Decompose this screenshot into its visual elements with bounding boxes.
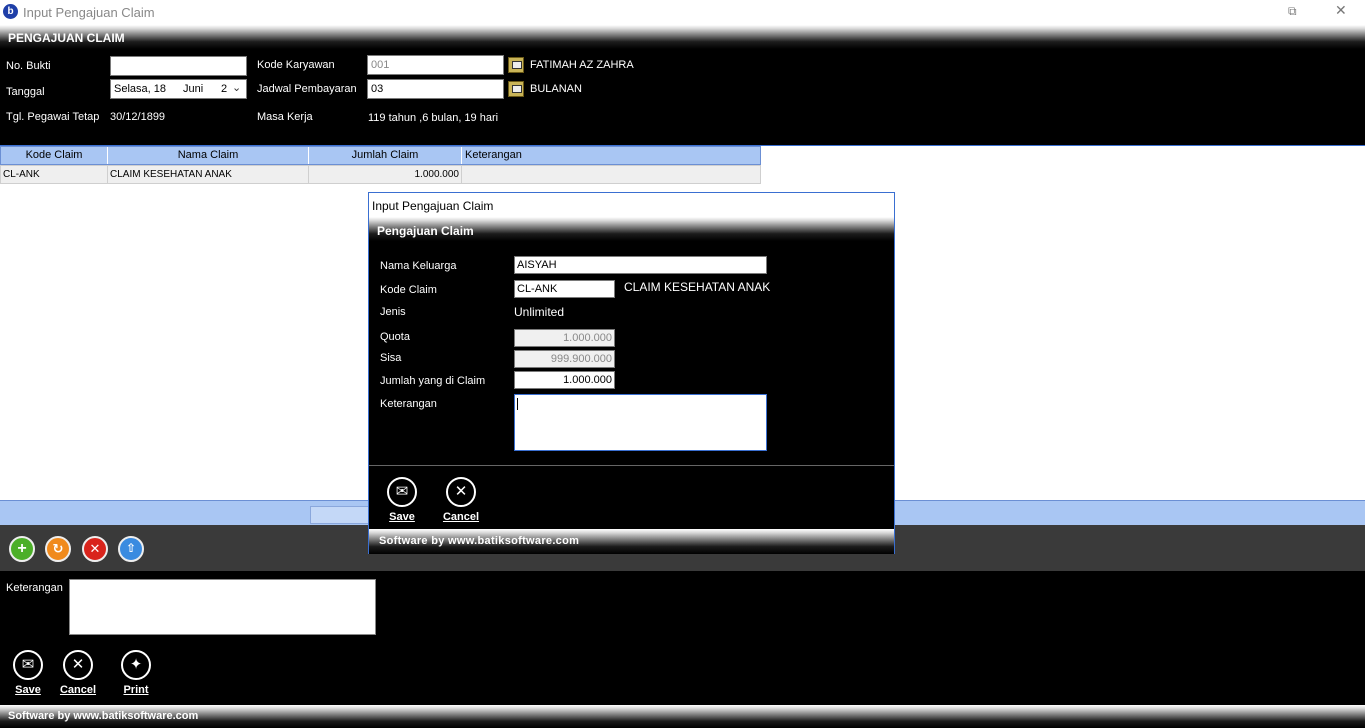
refresh-icon[interactable]: ↻ xyxy=(45,536,71,562)
grid-footer-total-cell xyxy=(310,506,370,524)
envelope-icon: ✉ xyxy=(387,477,417,507)
tgl-pegawai-label: Tgl. Pegawai Tetap xyxy=(6,111,100,123)
dialog-cancel-button[interactable]: ✕ Cancel xyxy=(441,477,481,523)
sisa-field: 999.900.000 xyxy=(514,350,615,368)
save-button-label: Save xyxy=(15,684,41,696)
tanggal-label: Tanggal xyxy=(6,86,45,98)
column-header-nama-claim[interactable]: Nama Claim xyxy=(108,147,309,164)
keterangan-label: Keterangan xyxy=(6,582,63,594)
jenis-value: Unlimited xyxy=(514,305,565,319)
delete-icon[interactable]: ✕ xyxy=(82,536,108,562)
keterangan-textarea[interactable] xyxy=(69,579,376,635)
save-button[interactable]: ✉ Save xyxy=(8,650,48,696)
upload-cloud-icon[interactable]: ⇧ xyxy=(118,536,144,562)
table-row[interactable]: CL-ANK CLAIM KESEHATAN ANAK 1.000.000 xyxy=(0,165,761,184)
tag-icon: ✦ xyxy=(121,650,151,680)
jumlah-claim-label: Jumlah yang di Claim xyxy=(380,375,486,387)
dialog-header-band: Pengajuan Claim xyxy=(369,217,894,241)
add-icon[interactable]: + xyxy=(9,536,35,562)
restore-window-icon[interactable]: ⧉ xyxy=(1288,4,1300,18)
jadwal-pembayaran-input[interactable]: 03 xyxy=(367,79,504,99)
cancel-icon: ✕ xyxy=(446,477,476,507)
tanggal-month: Juni xyxy=(183,83,204,95)
footer-bar: Software by www.batiksoftware.com xyxy=(0,705,1365,728)
text-cursor xyxy=(517,398,518,410)
dialog-title: Input Pengajuan Claim xyxy=(369,193,894,217)
kode-karyawan-label: Kode Karyawan xyxy=(257,59,335,71)
cancel-icon: ✕ xyxy=(63,650,93,680)
dialog-save-button[interactable]: ✉ Save xyxy=(382,477,422,523)
footer-text: Software by www.batiksoftware.com xyxy=(8,710,199,722)
column-header-kode-claim[interactable]: Kode Claim xyxy=(1,147,108,164)
app-logo-icon: b xyxy=(3,4,18,19)
karyawan-name: FATIMAH AZ ZAHRA xyxy=(530,59,634,71)
window-title: Input Pengajuan Claim xyxy=(23,5,155,20)
tanggal-year: 2 xyxy=(221,83,228,95)
kode-karyawan-input[interactable]: 001 xyxy=(367,55,504,75)
kode-claim-input[interactable]: CL-ANK xyxy=(514,280,615,298)
no-bukti-label: No. Bukti xyxy=(6,60,51,72)
column-header-keterangan[interactable]: Keterangan xyxy=(462,147,760,164)
dialog-action-bar: ✉ Save ✕ Cancel xyxy=(369,465,894,529)
page-title: PENGAJUAN CLAIM xyxy=(8,31,125,45)
dialog-section-title: Pengajuan Claim xyxy=(377,224,474,238)
bottom-panel: Keterangan ✉ Save ✕ Cancel ✦ Print xyxy=(0,571,1365,705)
dialog-keterangan-label: Keterangan xyxy=(380,398,437,410)
masa-kerja-label: Masa Kerja xyxy=(257,111,313,123)
dialog-keterangan-textarea[interactable] xyxy=(514,394,767,451)
no-bukti-input[interactable] xyxy=(110,56,247,76)
cancel-button[interactable]: ✕ Cancel xyxy=(58,650,98,696)
quota-field: 1.000.000 xyxy=(514,329,615,347)
kode-claim-label: Kode Claim xyxy=(380,284,437,296)
cell-keterangan[interactable] xyxy=(462,166,760,183)
nama-keluarga-input[interactable]: AISYAH xyxy=(514,256,767,274)
lookup-jadwal-icon[interactable] xyxy=(508,81,524,97)
kode-claim-name: CLAIM KESEHATAN ANAK xyxy=(624,280,771,294)
claim-form: No. Bukti Tanggal Selasa, 18 Juni 2 ⌄ Tg… xyxy=(0,49,1365,145)
column-header-jumlah-claim[interactable]: Jumlah Claim xyxy=(309,147,462,164)
jadwal-name: BULANAN xyxy=(530,83,582,95)
dialog-footer: Software by www.batiksoftware.com xyxy=(369,529,894,554)
page-header-band: PENGAJUAN CLAIM xyxy=(0,25,1365,49)
print-button-label: Print xyxy=(123,684,149,696)
lookup-karyawan-icon[interactable] xyxy=(508,57,524,73)
tgl-pegawai-value: 30/12/1899 xyxy=(110,111,166,123)
tanggal-day: Selasa, 18 xyxy=(114,83,166,95)
dialog-footer-text: Software by www.batiksoftware.com xyxy=(379,535,580,547)
masa-kerja-value: 119 tahun ,6 bulan, 19 hari xyxy=(368,112,499,124)
quota-label: Quota xyxy=(380,331,410,343)
close-window-icon[interactable]: ✕ xyxy=(1335,2,1347,19)
nama-keluarga-label: Nama Keluarga xyxy=(380,260,457,272)
cell-nama-claim[interactable]: CLAIM KESEHATAN ANAK xyxy=(108,166,309,183)
jumlah-claim-input[interactable]: 1.000.000 xyxy=(514,371,615,389)
cancel-button-label: Cancel xyxy=(59,684,97,696)
dialog-save-label: Save xyxy=(389,511,415,523)
window-title-bar: b Input Pengajuan Claim ⧉ ✕ xyxy=(0,0,1365,25)
dialog-cancel-label: Cancel xyxy=(442,511,480,523)
cell-jumlah-claim[interactable]: 1.000.000 xyxy=(309,166,462,183)
cell-kode-claim[interactable]: CL-ANK xyxy=(1,166,108,183)
sisa-label: Sisa xyxy=(380,352,402,364)
jenis-label: Jenis xyxy=(380,306,406,318)
grid-header: Kode Claim Nama Claim Jumlah Claim Keter… xyxy=(0,146,761,165)
print-button[interactable]: ✦ Print xyxy=(116,650,156,696)
envelope-icon: ✉ xyxy=(13,650,43,680)
jadwal-pembayaran-label: Jadwal Pembayaran xyxy=(257,83,357,95)
tanggal-date-picker[interactable]: Selasa, 18 Juni 2 ⌄ xyxy=(110,79,247,99)
claim-dialog: Input Pengajuan Claim Pengajuan Claim Na… xyxy=(368,192,895,554)
chevron-down-icon[interactable]: ⌄ xyxy=(232,81,241,95)
